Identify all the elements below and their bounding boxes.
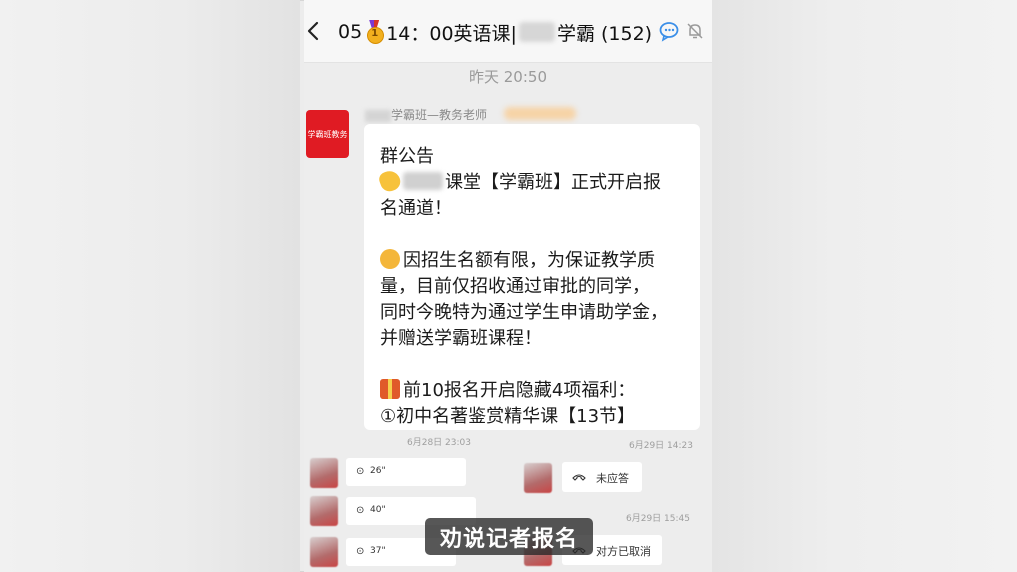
announcement-bubble[interactable]: 群公告 课堂【学霸班】正式开启报 名通道！ 因招生名额有限，为保证教学质 量，目… xyxy=(364,124,700,430)
timestamp-left: 6月28日 23:03 xyxy=(407,438,471,448)
announcement-line: 前10报名开启隐藏4项福利： xyxy=(380,376,635,402)
voice-message[interactable]: ⊙ 26" xyxy=(346,458,466,486)
announcement-heading: 群公告 xyxy=(380,146,434,167)
missed-call-message[interactable]: 未应答 xyxy=(562,462,642,492)
announcement-line: ①初中名著鉴赏精华课【13节】 xyxy=(380,406,636,427)
voice-wave-icon: ⊙ xyxy=(356,546,365,557)
mute-bell-icon[interactable] xyxy=(686,22,704,40)
gold-medal-icon: 1 xyxy=(364,20,385,44)
video-subtitle: 劝说记者报名 xyxy=(425,518,593,555)
voice-wave-icon: ⊙ xyxy=(356,505,365,516)
sender-name: 学霸班—教务老师 xyxy=(365,106,487,123)
blurred-prefix xyxy=(365,109,391,122)
blurred-badge xyxy=(504,107,576,120)
blurred-brand xyxy=(403,172,443,190)
announcement-line: 同时今晚特为通过学生申请助学金， xyxy=(380,302,668,323)
sender-avatar[interactable]: 学霸班教务 xyxy=(306,110,349,158)
blurred-left-background xyxy=(0,0,300,572)
announcement-line: 量，目前仅招收通过审批的同学， xyxy=(380,276,650,297)
date-divider: 昨天 20:50 xyxy=(469,68,547,86)
avatar-text: 学霸班教务 xyxy=(307,129,348,139)
voice-duration: 40" xyxy=(370,505,386,515)
avatar[interactable] xyxy=(310,537,338,567)
gift-icon xyxy=(380,379,400,399)
phone-icon xyxy=(572,474,586,481)
call-status: 对方已取消 xyxy=(596,545,651,558)
title-suffix: 学霸 (152) xyxy=(556,22,653,45)
announcement-line: 并赠送学霸班课程！ xyxy=(380,328,542,349)
call-status: 未应答 xyxy=(596,472,629,485)
voice-wave-icon: ⊙ xyxy=(356,466,365,477)
timestamp-right: 6月29日 14:23 xyxy=(629,441,693,451)
voice-duration: 26" xyxy=(370,466,386,476)
chat-title: 05 1 14：00英语课| 学霸 (152) xyxy=(338,16,652,48)
announcement-line: 课堂【学霸班】正式开启报 xyxy=(377,168,661,194)
blurred-right-background xyxy=(712,0,1017,572)
chevron-left-icon xyxy=(307,21,319,41)
timestamp-right: 6月29日 15:45 xyxy=(626,514,690,524)
avatar[interactable] xyxy=(310,496,338,526)
avatar[interactable] xyxy=(310,458,338,488)
back-button[interactable] xyxy=(304,14,324,48)
avatar[interactable] xyxy=(524,463,552,493)
group-chat-icon[interactable] xyxy=(659,20,681,42)
chat-header: 05 1 14：00英语课| 学霸 (152) xyxy=(304,0,712,63)
blurred-name xyxy=(518,22,555,42)
voice-duration: 37" xyxy=(370,546,386,556)
announcement-line: 因招生名额有限，为保证教学质 xyxy=(380,246,655,272)
title-prefix: 05 xyxy=(338,21,363,43)
chat-screen: 05 1 14：00英语课| 学霸 (152) 昨天 20:50 学霸班教务 学… xyxy=(304,0,712,572)
announcement-line: 名通道！ xyxy=(380,198,452,219)
handshake-icon xyxy=(380,249,400,269)
clapping-hands-icon xyxy=(377,168,403,194)
title-time: 14：00英语课| xyxy=(386,22,517,45)
